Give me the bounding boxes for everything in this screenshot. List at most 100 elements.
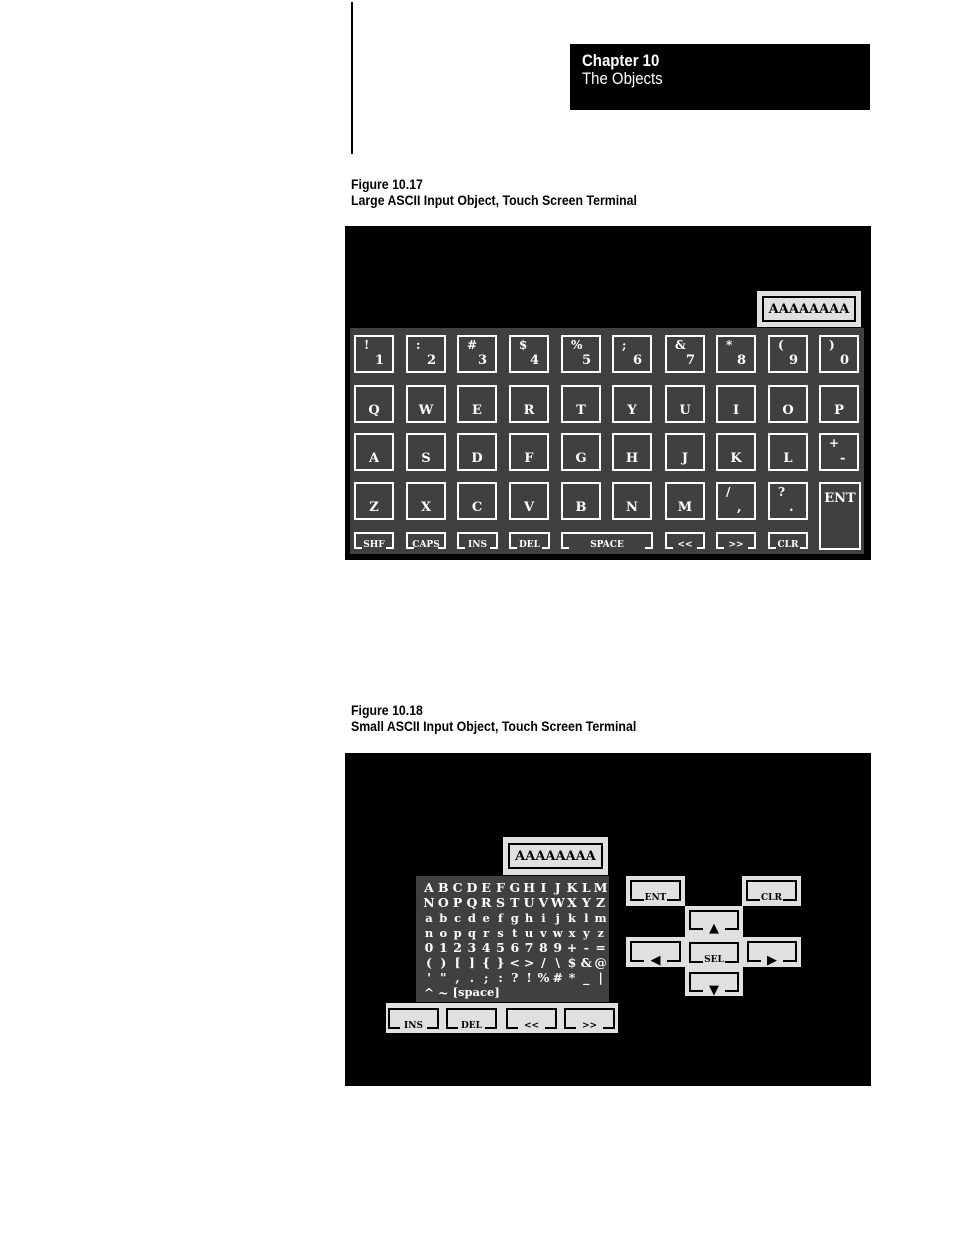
key[interactable]: U [665,385,705,423]
character-cell[interactable]: 6 [508,940,522,955]
character-cell[interactable]: { [479,955,493,970]
key[interactable]: ! 1 [354,335,394,373]
key[interactable]: Y [612,385,652,423]
character-cell[interactable]: / [536,955,550,970]
character-cell[interactable]: z [594,926,608,940]
character-cell[interactable]: V [536,895,550,910]
character-cell[interactable]: > [522,955,536,970]
edit-button-right[interactable]: >> [564,1008,615,1031]
character-cell[interactable]: C [451,880,465,895]
character-cell[interactable]: T [508,895,522,910]
character-cell[interactable]: ) [436,955,450,970]
character-cell[interactable]: i [536,911,550,925]
clear-button[interactable]: CLR [746,880,797,903]
character-cell[interactable]: 0 [422,940,436,955]
character-cell[interactable]: @ [594,955,608,970]
character-cell[interactable]: X [565,895,579,910]
character-cell[interactable]: R [479,895,493,910]
character-cell[interactable]: x [565,926,579,940]
character-cell[interactable]: K [565,880,579,895]
character-cell[interactable]: < [508,955,522,970]
key[interactable]: D [457,433,497,471]
character-cell[interactable]: 9 [551,940,565,955]
key[interactable]: Z [354,482,394,520]
key[interactable]: (9 [768,335,808,373]
edit-button-left[interactable]: << [506,1008,557,1031]
character-cell[interactable]: N [422,895,436,910]
character-cell[interactable]: u [522,926,536,940]
character-cell[interactable]: W [551,895,565,910]
key[interactable]: G [561,433,601,471]
character-cell[interactable]: L [579,880,593,895]
character-cell[interactable]: ~ [436,985,450,1000]
function-key-right[interactable]: >> [716,532,756,550]
character-cell[interactable]: D [465,880,479,895]
key[interactable]: * 8 [716,335,756,373]
character-cell[interactable]: , [451,970,465,985]
character-cell[interactable]: s [494,926,508,940]
character-cell[interactable]: w [551,926,565,940]
key[interactable]: S [406,433,446,471]
key[interactable]: $4 [509,335,549,373]
character-cell[interactable]: ? [508,970,522,985]
character-cell[interactable]: O [436,895,450,910]
key[interactable]: #3 [457,335,497,373]
character-cell[interactable]: : [494,970,508,985]
enter-key[interactable]: ENT [819,482,861,550]
character-cell[interactable]: p [451,926,465,940]
character-cell[interactable]: A [422,880,436,895]
up-arrow-button[interactable]: ▲ [689,910,739,935]
character-cell[interactable]: v [536,926,550,940]
character-cell[interactable]: k [565,911,579,925]
character-cell[interactable]: . [465,970,479,985]
key[interactable]: % 5 [561,335,601,373]
character-cell[interactable]: U [522,895,536,910]
character-cell[interactable]: H [522,880,536,895]
edit-button-del[interactable]: DEL [446,1008,497,1031]
enter-button[interactable]: ENT [630,880,681,903]
character-cell[interactable]: G [508,880,522,895]
key[interactable]: ; 6 [612,335,652,373]
character-cell[interactable]: m [594,911,608,925]
character-cell[interactable]: [ [451,955,465,970]
character-cell[interactable]: M [594,880,608,895]
key[interactable]: ?. [768,482,808,520]
character-cell[interactable]: Y [579,895,593,910]
character-cell[interactable]: F [494,880,508,895]
down-arrow-button[interactable]: ▼ [689,972,739,997]
character-cell[interactable]: | [594,970,608,985]
character-cell[interactable]: I [536,880,550,895]
right-arrow-button[interactable]: ▶ [747,941,797,967]
function-key-left[interactable]: << [665,532,705,550]
character-cell[interactable]: & [579,955,593,970]
key[interactable]: ) 0 [819,335,859,373]
space-character-cell[interactable]: [space] [453,985,500,999]
ascii-display-field[interactable]: AAAAAAAA [508,843,603,869]
key[interactable]: A [354,433,394,471]
function-key-ins[interactable]: INS [457,532,498,550]
character-cell[interactable]: Z [594,895,608,910]
character-cell[interactable]: j [551,911,565,925]
character-cell[interactable]: h [522,911,536,925]
character-cell[interactable]: 5 [494,940,508,955]
function-key-caps[interactable]: CAPS [406,532,446,550]
key[interactable]: V [509,482,549,520]
character-cell[interactable]: ! [522,970,536,985]
character-cell[interactable]: - [579,940,593,955]
character-cell[interactable]: * [565,970,579,985]
key[interactable]: N [612,482,652,520]
character-cell[interactable]: b [436,911,450,925]
character-list[interactable]: ABCDEFGHIJKLM NOPQRSTUVWXYZabcdefghijklm n… [416,876,609,1002]
character-cell[interactable]: % [536,970,550,985]
character-cell[interactable]: g [508,911,522,925]
key[interactable]: X [406,482,446,520]
edit-button-ins[interactable]: INS [388,1008,439,1031]
ascii-display-field[interactable]: AAAAAAAA [762,296,856,322]
character-cell[interactable]: J [551,880,565,895]
key[interactable]: B [561,482,601,520]
key[interactable]: P [819,385,859,423]
left-arrow-button[interactable]: ◀ [630,941,681,967]
key[interactable]: Q [354,385,394,423]
key[interactable]: L [768,433,808,471]
character-cell[interactable]: \ [551,955,565,970]
